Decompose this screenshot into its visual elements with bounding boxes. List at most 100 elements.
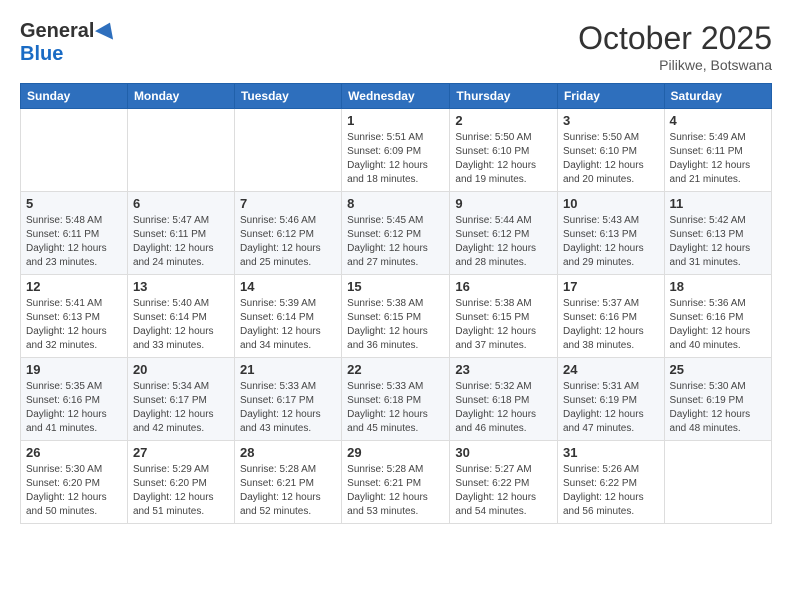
- calendar-cell: 14 Sunrise: 5:39 AM Sunset: 6:14 PM Dayli…: [234, 275, 341, 358]
- calendar-cell: 29 Sunrise: 5:28 AM Sunset: 6:21 PM Dayli…: [342, 441, 450, 524]
- calendar-cell: 20 Sunrise: 5:34 AM Sunset: 6:17 PM Dayli…: [127, 358, 234, 441]
- day-info: Sunrise: 5:45 AM Sunset: 6:12 PM Dayligh…: [347, 214, 444, 270]
- calendar-cell: 8 Sunrise: 5:45 AM Sunset: 6:12 PM Daylig…: [342, 192, 450, 275]
- calendar-cell: 15 Sunrise: 5:38 AM Sunset: 6:15 PM Dayli…: [342, 275, 450, 358]
- day-info: Sunrise: 5:50 AM Sunset: 6:10 PM Dayligh…: [563, 131, 659, 187]
- day-info: Sunrise: 5:51 AM Sunset: 6:09 PM Dayligh…: [347, 131, 444, 187]
- calendar-header-row: SundayMondayTuesdayWednesdayThursdayFrid…: [21, 84, 772, 109]
- day-info: Sunrise: 5:29 AM Sunset: 6:20 PM Dayligh…: [133, 463, 229, 519]
- calendar-cell: 12Sunrise: 5:41 AM Sunset: 6:13 PM Dayli…: [21, 275, 128, 358]
- day-info: Sunrise: 5:33 AM Sunset: 6:18 PM Dayligh…: [347, 380, 444, 436]
- calendar-cell: 30Sunrise: 5:27 AM Sunset: 6:22 PM Dayli…: [450, 441, 558, 524]
- month-title: October 2025: [578, 20, 772, 57]
- calendar-cell: [21, 109, 128, 192]
- day-number: 28: [240, 445, 336, 460]
- calendar-cell: 4 Sunrise: 5:49 AM Sunset: 6:11 PM Daylig…: [664, 109, 771, 192]
- calendar-cell: 13 Sunrise: 5:40 AM Sunset: 6:14 PM Dayli…: [127, 275, 234, 358]
- calendar-table: SundayMondayTuesdayWednesdayThursdayFrid…: [20, 83, 772, 524]
- calendar-cell: 24Sunrise: 5:31 AM Sunset: 6:19 PM Dayli…: [557, 358, 664, 441]
- calendar-week-row: 5 Sunrise: 5:48 AM Sunset: 6:11 PM Daylig…: [21, 192, 772, 275]
- day-number: 17: [563, 279, 659, 294]
- day-header-wednesday: Wednesday: [342, 84, 450, 109]
- day-info: Sunrise: 5:37 AM Sunset: 6:16 PM Dayligh…: [563, 297, 659, 353]
- calendar-cell: [664, 441, 771, 524]
- day-number: 21: [240, 362, 336, 377]
- page-header: General Blue October 2025 Pilikwe, Botsw…: [20, 20, 772, 73]
- day-header-monday: Monday: [127, 84, 234, 109]
- day-number: 19: [26, 362, 122, 377]
- calendar-cell: 5 Sunrise: 5:48 AM Sunset: 6:11 PM Daylig…: [21, 192, 128, 275]
- calendar-cell: 27 Sunrise: 5:29 AM Sunset: 6:20 PM Dayli…: [127, 441, 234, 524]
- calendar-cell: 18 Sunrise: 5:36 AM Sunset: 6:16 PM Dayli…: [664, 275, 771, 358]
- location: Pilikwe, Botswana: [578, 57, 772, 73]
- calendar-week-row: 1Sunrise: 5:51 AM Sunset: 6:09 PM Daylig…: [21, 109, 772, 192]
- day-number: 5: [26, 196, 122, 211]
- day-info: Sunrise: 5:33 AM Sunset: 6:17 PM Dayligh…: [240, 380, 336, 436]
- day-info: Sunrise: 5:43 AM Sunset: 6:13 PM Dayligh…: [563, 214, 659, 270]
- calendar-cell: 19Sunrise: 5:35 AM Sunset: 6:16 PM Dayli…: [21, 358, 128, 441]
- day-info: Sunrise: 5:28 AM Sunset: 6:21 PM Dayligh…: [240, 463, 336, 519]
- logo-icon: [95, 18, 119, 39]
- day-number: 27: [133, 445, 229, 460]
- calendar-cell: 26 Sunrise: 5:30 AM Sunset: 6:20 PM Dayli…: [21, 441, 128, 524]
- day-info: Sunrise: 5:48 AM Sunset: 6:11 PM Dayligh…: [26, 214, 122, 270]
- day-info: Sunrise: 5:42 AM Sunset: 6:13 PM Dayligh…: [670, 214, 766, 270]
- day-number: 16: [455, 279, 552, 294]
- day-info: Sunrise: 5:39 AM Sunset: 6:14 PM Dayligh…: [240, 297, 336, 353]
- day-number: 7: [240, 196, 336, 211]
- day-info: Sunrise: 5:34 AM Sunset: 6:17 PM Dayligh…: [133, 380, 229, 436]
- day-number: 15: [347, 279, 444, 294]
- calendar-cell: 6Sunrise: 5:47 AM Sunset: 6:11 PM Daylig…: [127, 192, 234, 275]
- day-header-thursday: Thursday: [450, 84, 558, 109]
- calendar-week-row: 19Sunrise: 5:35 AM Sunset: 6:16 PM Dayli…: [21, 358, 772, 441]
- day-number: 9: [455, 196, 552, 211]
- day-info: Sunrise: 5:49 AM Sunset: 6:11 PM Dayligh…: [670, 131, 766, 187]
- logo-blue: Blue: [20, 43, 63, 66]
- calendar-cell: 16 Sunrise: 5:38 AM Sunset: 6:15 PM Dayli…: [450, 275, 558, 358]
- calendar-cell: 22 Sunrise: 5:33 AM Sunset: 6:18 PM Dayli…: [342, 358, 450, 441]
- day-number: 29: [347, 445, 444, 460]
- day-header-saturday: Saturday: [664, 84, 771, 109]
- day-number: 22: [347, 362, 444, 377]
- day-number: 31: [563, 445, 659, 460]
- day-number: 25: [670, 362, 766, 377]
- calendar-cell: 3 Sunrise: 5:50 AM Sunset: 6:10 PM Daylig…: [557, 109, 664, 192]
- calendar-cell: 31Sunrise: 5:26 AM Sunset: 6:22 PM Dayli…: [557, 441, 664, 524]
- calendar-cell: 11Sunrise: 5:42 AM Sunset: 6:13 PM Dayli…: [664, 192, 771, 275]
- calendar-cell: 2Sunrise: 5:50 AM Sunset: 6:10 PM Daylig…: [450, 109, 558, 192]
- calendar-cell: 1Sunrise: 5:51 AM Sunset: 6:09 PM Daylig…: [342, 109, 450, 192]
- day-number: 26: [26, 445, 122, 460]
- day-info: Sunrise: 5:40 AM Sunset: 6:14 PM Dayligh…: [133, 297, 229, 353]
- day-info: Sunrise: 5:38 AM Sunset: 6:15 PM Dayligh…: [455, 297, 552, 353]
- day-info: Sunrise: 5:31 AM Sunset: 6:19 PM Dayligh…: [563, 380, 659, 436]
- day-info: Sunrise: 5:30 AM Sunset: 6:20 PM Dayligh…: [26, 463, 122, 519]
- day-header-tuesday: Tuesday: [234, 84, 341, 109]
- calendar-cell: 23Sunrise: 5:32 AM Sunset: 6:18 PM Dayli…: [450, 358, 558, 441]
- calendar-cell: [234, 109, 341, 192]
- day-header-friday: Friday: [557, 84, 664, 109]
- calendar-cell: 9 Sunrise: 5:44 AM Sunset: 6:12 PM Daylig…: [450, 192, 558, 275]
- day-number: 2: [455, 113, 552, 128]
- day-info: Sunrise: 5:28 AM Sunset: 6:21 PM Dayligh…: [347, 463, 444, 519]
- day-number: 13: [133, 279, 229, 294]
- day-number: 8: [347, 196, 444, 211]
- day-info: Sunrise: 5:36 AM Sunset: 6:16 PM Dayligh…: [670, 297, 766, 353]
- day-number: 14: [240, 279, 336, 294]
- day-number: 20: [133, 362, 229, 377]
- day-info: Sunrise: 5:27 AM Sunset: 6:22 PM Dayligh…: [455, 463, 552, 519]
- calendar-cell: 21 Sunrise: 5:33 AM Sunset: 6:17 PM Dayli…: [234, 358, 341, 441]
- day-info: Sunrise: 5:44 AM Sunset: 6:12 PM Dayligh…: [455, 214, 552, 270]
- calendar-week-row: 26 Sunrise: 5:30 AM Sunset: 6:20 PM Dayli…: [21, 441, 772, 524]
- day-info: Sunrise: 5:38 AM Sunset: 6:15 PM Dayligh…: [347, 297, 444, 353]
- day-info: Sunrise: 5:47 AM Sunset: 6:11 PM Dayligh…: [133, 214, 229, 270]
- calendar-cell: 28 Sunrise: 5:28 AM Sunset: 6:21 PM Dayli…: [234, 441, 341, 524]
- day-number: 10: [563, 196, 659, 211]
- calendar-cell: 25Sunrise: 5:30 AM Sunset: 6:19 PM Dayli…: [664, 358, 771, 441]
- logo-general: General: [20, 20, 94, 43]
- calendar-cell: 17 Sunrise: 5:37 AM Sunset: 6:16 PM Dayli…: [557, 275, 664, 358]
- day-number: 4: [670, 113, 766, 128]
- day-info: Sunrise: 5:32 AM Sunset: 6:18 PM Dayligh…: [455, 380, 552, 436]
- day-number: 3: [563, 113, 659, 128]
- day-info: Sunrise: 5:46 AM Sunset: 6:12 PM Dayligh…: [240, 214, 336, 270]
- day-number: 18: [670, 279, 766, 294]
